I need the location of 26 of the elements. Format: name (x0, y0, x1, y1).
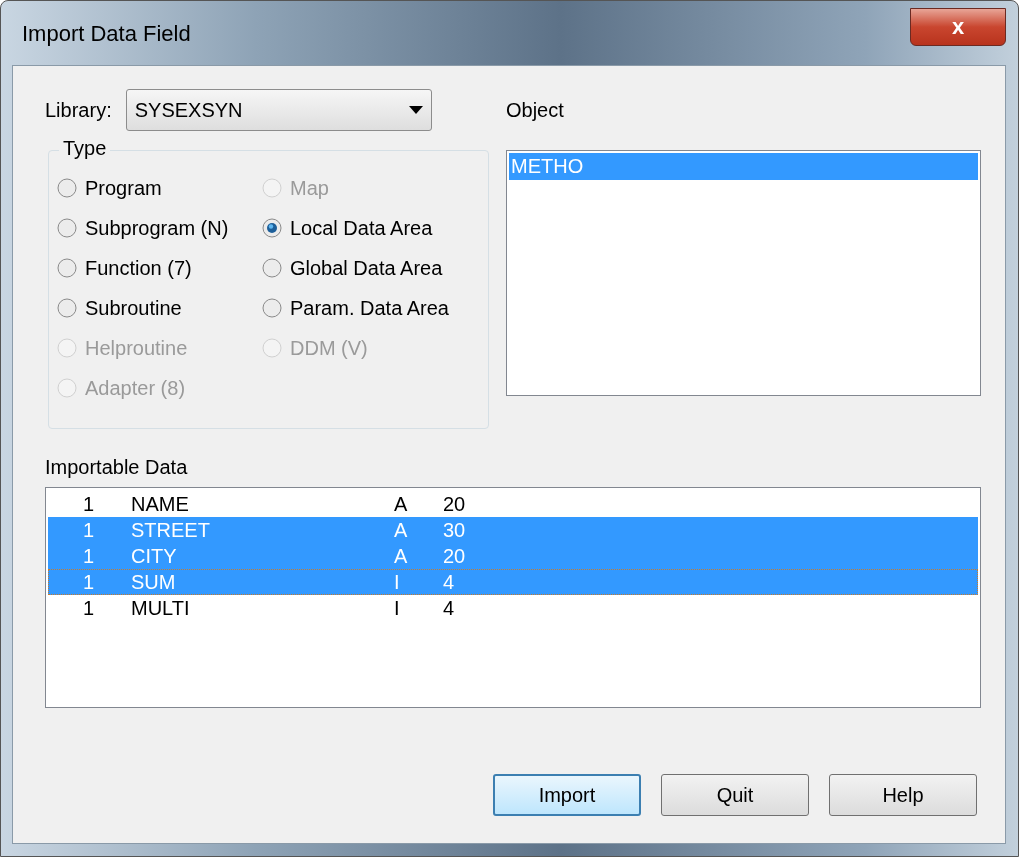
close-button[interactable]: x (910, 8, 1006, 46)
radio-icon[interactable] (57, 298, 77, 318)
radio-option[interactable]: Program (57, 173, 262, 203)
caret-icon (408, 106, 423, 114)
data-row[interactable]: 1 NAME A 20 (48, 491, 978, 517)
radio-option[interactable]: Param. Data Area (262, 293, 482, 323)
data-row[interactable]: 1 MULTI I 4 (48, 595, 978, 621)
radio-icon[interactable] (262, 218, 282, 238)
radio-option[interactable]: Subprogram (N) (57, 213, 262, 243)
window-title: Import Data Field (22, 21, 191, 47)
radio-icon[interactable] (262, 258, 282, 278)
radio-option[interactable]: Global Data Area (262, 253, 482, 283)
dialog-button[interactable]: Import (493, 774, 641, 816)
dialog-button[interactable]: Help (829, 774, 977, 816)
radio-icon[interactable] (262, 298, 282, 318)
radio-icon[interactable] (57, 258, 77, 278)
library-label: Library: (45, 98, 112, 122)
radio-icon[interactable] (57, 178, 77, 198)
radio-option[interactable]: Function (7) (57, 253, 262, 283)
object-label: Object (506, 98, 564, 122)
section-label: Importable Data (45, 455, 188, 479)
library-dropdown[interactable]: SYSEXSYN (125, 89, 432, 131)
radio-option[interactable]: Subroutine (57, 293, 262, 323)
dialog-button[interactable]: Quit (661, 774, 809, 816)
radio-icon[interactable] (57, 218, 77, 238)
radio-option[interactable]: Local Data Area (262, 213, 482, 243)
